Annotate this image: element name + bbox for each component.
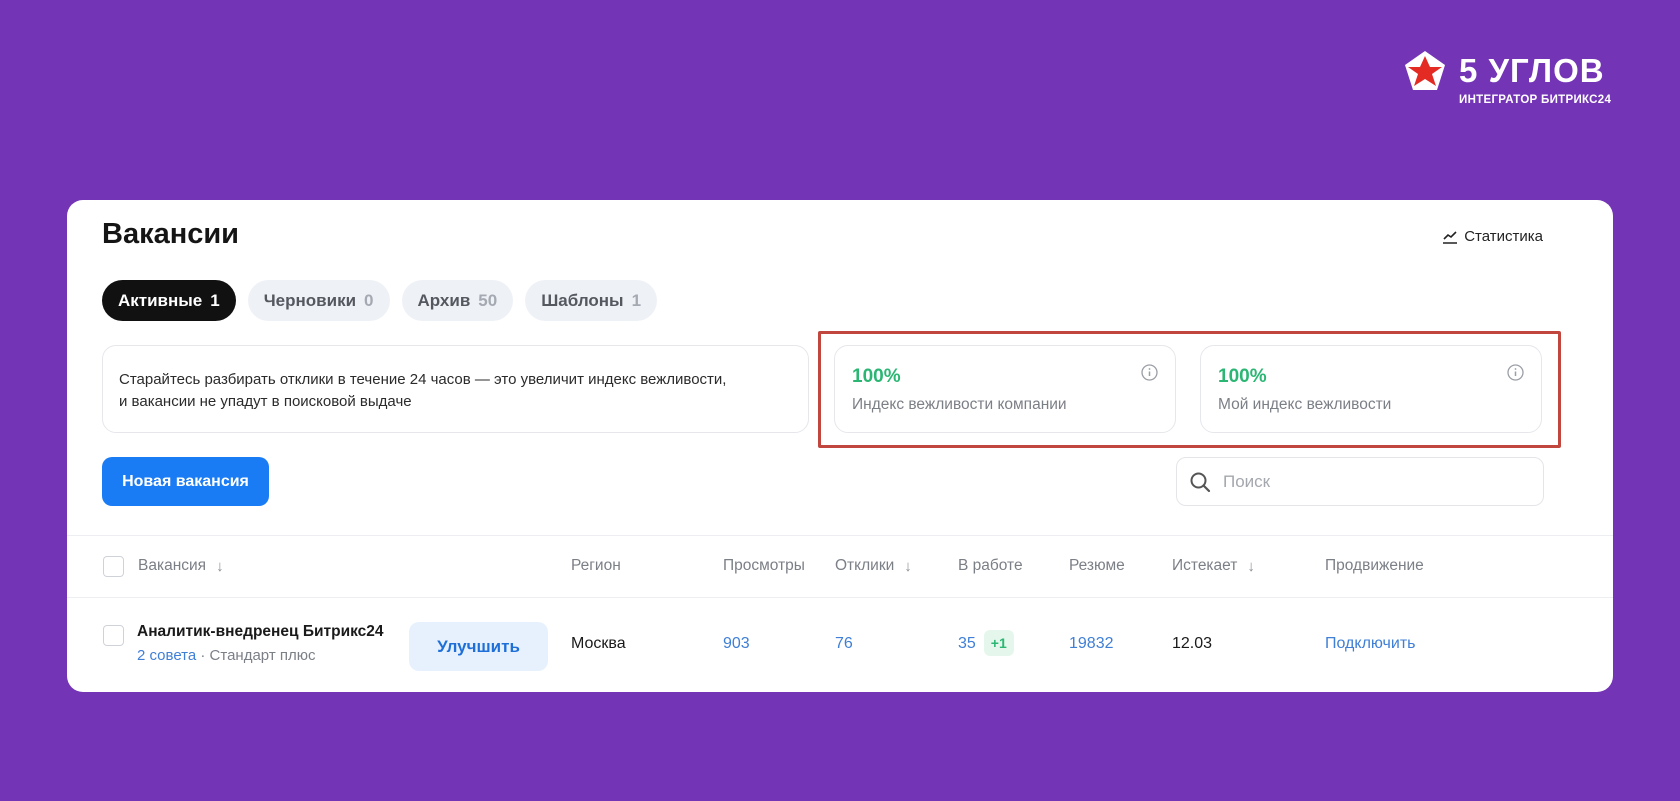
table-row: Аналитик-внедренец Битрикс24 2 совета · … xyxy=(67,598,1613,692)
pentagon-star-logo-icon xyxy=(1405,51,1445,90)
vacancy-tabs: Активные 1 Черновики 0 Архив 50 Шаблоны … xyxy=(102,280,658,321)
tab-count: 0 xyxy=(364,290,374,310)
tab-drafts[interactable]: Черновики 0 xyxy=(247,280,390,321)
search-input[interactable] xyxy=(1223,471,1503,492)
column-label: Вакансия xyxy=(138,557,207,574)
in-work-cell: 35 +1 xyxy=(958,630,1014,656)
tab-label: Шаблоны xyxy=(541,290,624,310)
page-title: Вакансии xyxy=(102,218,240,250)
index-label: Индекс вежливости компании xyxy=(852,396,1067,413)
index-value: 100% xyxy=(852,366,901,387)
new-count-badge: +1 xyxy=(983,630,1014,656)
statistics-label: Статистика xyxy=(1464,228,1543,245)
logo-title: 5 УГЛОВ xyxy=(1459,52,1605,89)
views-value[interactable]: 903 xyxy=(723,635,750,653)
column-resume: Резюме xyxy=(1069,557,1125,575)
statistics-link[interactable]: Статистика xyxy=(1442,228,1543,245)
info-icon[interactable] xyxy=(1507,364,1524,381)
my-politeness-index: 100% Мой индекс вежливости xyxy=(1200,345,1542,433)
column-in-work: В работе xyxy=(958,557,1023,575)
column-views: Просмотры xyxy=(723,557,805,575)
improve-button[interactable]: Улучшить xyxy=(409,622,548,671)
tab-count: 50 xyxy=(478,290,498,310)
column-label: Просмотры xyxy=(723,557,805,574)
tip-line-2: и вакансии не упадут в поисковой выдаче xyxy=(119,393,412,410)
region-value: Москва xyxy=(571,635,626,652)
tab-count: 1 xyxy=(631,290,642,310)
column-label: Отклики xyxy=(835,557,895,574)
column-expires[interactable]: Истекает ↓ xyxy=(1172,557,1255,575)
responses-value[interactable]: 76 xyxy=(835,635,853,653)
index-value: 100% xyxy=(1218,366,1267,387)
tab-label: Архив xyxy=(417,290,471,310)
tab-label: Черновики xyxy=(263,290,357,310)
column-region: Регион xyxy=(571,557,621,575)
sort-down-icon: ↓ xyxy=(904,557,912,575)
tips-link[interactable]: 2 совета xyxy=(137,647,196,664)
info-icon[interactable] xyxy=(1141,364,1158,381)
logo-subtitle: ИНТЕГРАТОР БИТРИКС24 xyxy=(1459,94,1612,106)
table-header: Вакансия ↓ Регион Просмотры Отклики ↓ В … xyxy=(67,535,1613,598)
new-vacancy-button[interactable]: Новая вакансия xyxy=(102,457,269,506)
company-politeness-index: 100% Индекс вежливости компании xyxy=(834,345,1176,433)
vacancies-card: Вакансии Статистика Активные 1 Черновики… xyxy=(67,200,1613,692)
column-label: Истекает xyxy=(1172,557,1238,574)
tip-line-1: Старайтесь разбирать отклики в течение 2… xyxy=(119,371,727,388)
column-promotion: Продвижение xyxy=(1325,557,1424,575)
column-vacancy[interactable]: Вакансия ↓ xyxy=(138,557,224,575)
tab-archive[interactable]: Архив 50 xyxy=(401,280,514,321)
select-all-checkbox[interactable] xyxy=(103,556,124,577)
search-box xyxy=(1176,457,1544,506)
column-label: В работе xyxy=(958,557,1023,574)
tab-active[interactable]: Активные 1 xyxy=(102,280,236,321)
chart-line-icon xyxy=(1443,230,1458,244)
tab-templates[interactable]: Шаблоны 1 xyxy=(525,280,658,321)
expires-value: 12.03 xyxy=(1172,635,1213,652)
column-label: Резюме xyxy=(1069,557,1125,574)
connect-promotion-link[interactable]: Подключить xyxy=(1325,635,1415,653)
tab-label: Активные xyxy=(118,290,203,310)
column-label: Регион xyxy=(571,557,621,574)
index-label: Мой индекс вежливости xyxy=(1218,396,1392,413)
row-checkbox[interactable] xyxy=(103,625,124,646)
search-icon xyxy=(1190,472,1211,492)
resume-value[interactable]: 19832 xyxy=(1069,635,1114,653)
tab-count: 1 xyxy=(210,290,220,310)
vacancy-plan: · Стандарт плюс xyxy=(196,647,316,664)
sort-down-icon: ↓ xyxy=(1247,557,1255,575)
sort-down-icon: ↓ xyxy=(216,557,224,575)
column-responses[interactable]: Отклики ↓ xyxy=(835,557,912,575)
vacancy-meta: 2 совета · Стандарт плюс xyxy=(137,647,315,664)
in-work-value[interactable]: 35 xyxy=(958,635,976,652)
brand-logo: 5 УГЛОВ ИНТЕГРАТОР БИТРИКС24 xyxy=(1403,50,1613,110)
vacancy-title[interactable]: Аналитик-внедренец Битрикс24 xyxy=(137,623,384,641)
column-label: Продвижение xyxy=(1325,557,1424,574)
politeness-tip: Старайтесь разбирать отклики в течение 2… xyxy=(102,345,809,433)
